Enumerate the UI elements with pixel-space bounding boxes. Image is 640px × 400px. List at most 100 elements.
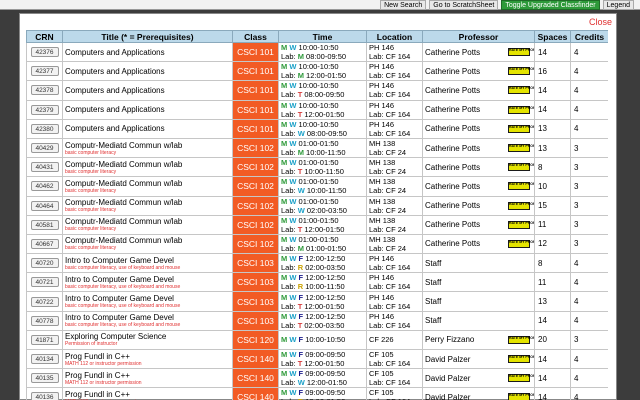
rate-my-professor-icon[interactable]: RATE MY PROFESSOR bbox=[508, 182, 534, 191]
toolbar-button-toggle-upgraded-classfinder[interactable]: Toggle Upgraded Classfinder bbox=[501, 0, 600, 10]
lab-time: 12:00-01:50 bbox=[306, 71, 347, 81]
lab-label: Lab: bbox=[281, 263, 296, 273]
crn-button[interactable]: 42378 bbox=[30, 85, 59, 96]
class-cell: CSCI 101 bbox=[232, 99, 279, 120]
lecture-time: 12:00-12:50 bbox=[305, 292, 346, 302]
table-row: 40720 Intro to Computer Game Devel basic… bbox=[26, 253, 608, 274]
day-letter: W bbox=[289, 234, 297, 244]
course-table-container[interactable]: CRN Title (* = Prerequisites) Class Time… bbox=[26, 30, 608, 400]
rate-my-professor-icon[interactable]: RATE MY PROFESSOR bbox=[508, 163, 534, 172]
rate-my-professor-icon[interactable]: RATE MY PROFESSOR bbox=[508, 393, 534, 400]
location-cell: PH 146 Lab: CF 164 bbox=[366, 80, 423, 101]
lab-label: Lab: bbox=[281, 378, 296, 388]
day-letter: F bbox=[298, 292, 304, 302]
toolbar-button-new-search[interactable]: New Search bbox=[380, 0, 427, 10]
crn-button[interactable]: 40429 bbox=[30, 143, 59, 154]
credits-cell: 3 bbox=[570, 195, 608, 216]
time-lecture: M W 01:00-01:50 bbox=[281, 235, 364, 244]
location-lecture: MH 138 bbox=[369, 139, 396, 149]
title-cell: Computr-Mediatd Commun w/lab basic compu… bbox=[62, 176, 233, 197]
crn-button[interactable]: 40720 bbox=[30, 258, 59, 269]
day-letter: M bbox=[281, 311, 288, 321]
crn-button[interactable]: 42376 bbox=[30, 47, 59, 58]
class-cell: CSCI 102 bbox=[232, 157, 279, 178]
rate-my-professor-icon[interactable]: RATE MY PROFESSOR bbox=[508, 374, 534, 383]
lecture-time: 01:00-01:50 bbox=[298, 234, 339, 244]
professor-cell: Catherine Potts RATE MY PROFESSOR bbox=[422, 99, 535, 120]
crn-button[interactable]: 42380 bbox=[30, 123, 59, 134]
location-lecture: PH 146 bbox=[369, 81, 395, 91]
column-header-professor: Professor bbox=[422, 30, 535, 43]
crn-cell: 40721 bbox=[26, 272, 63, 293]
lab-label: Lab: bbox=[281, 52, 296, 62]
crn-button[interactable]: 42377 bbox=[30, 66, 59, 77]
course-prereq: MATH 112 or instructor permission bbox=[65, 360, 142, 367]
day-letter: M bbox=[281, 254, 288, 264]
table-row: 40134 Prog Fundl in C++ MATH 112 or inst… bbox=[26, 348, 608, 370]
lab-label: Lab: bbox=[281, 282, 296, 292]
crn-button[interactable]: 40667 bbox=[30, 238, 59, 249]
crn-button[interactable]: 40136 bbox=[30, 392, 59, 400]
time-lecture: M W F 12:00-12:50 bbox=[281, 274, 364, 283]
day-letter: W bbox=[289, 62, 297, 72]
credits-cell: 4 bbox=[570, 61, 608, 82]
time-cell: M W 10:00-10:50 Lab: T 12:00-01:50 bbox=[278, 99, 367, 120]
rate-my-professor-icon[interactable]: RATE MY PROFESSOR bbox=[508, 335, 534, 344]
crn-button[interactable]: 40778 bbox=[30, 315, 59, 326]
crn-button[interactable]: 40135 bbox=[30, 373, 59, 384]
crn-button[interactable]: 40134 bbox=[30, 354, 59, 365]
course-table: CRN Title (* = Prerequisites) Class Time… bbox=[26, 30, 608, 400]
professor-name: Catherine Potts bbox=[425, 66, 481, 76]
crn-button[interactable]: 40431 bbox=[30, 162, 59, 173]
crn-button[interactable]: 42379 bbox=[30, 104, 59, 115]
rate-my-professor-icon[interactable]: RATE MY PROFESSOR bbox=[508, 355, 534, 363]
crn-button[interactable]: 40462 bbox=[30, 181, 59, 192]
close-link[interactable]: Close bbox=[589, 17, 612, 27]
time-lecture: M W F 10:00-10:50 bbox=[281, 335, 364, 344]
spaces-cell: 15 bbox=[534, 195, 571, 216]
spaces-cell: 14 bbox=[534, 80, 571, 101]
class-cell: CSCI 101 bbox=[232, 80, 279, 101]
time-cell: M W 10:00-10:50 Lab: T 08:00-09:50 bbox=[278, 80, 367, 101]
day-letter: F bbox=[298, 388, 304, 398]
rate-my-professor-icon[interactable]: RATE MY PROFESSOR bbox=[508, 239, 534, 248]
crn-cell: 42378 bbox=[26, 80, 63, 101]
lecture-time: 01:00-01:50 bbox=[298, 177, 339, 187]
title-cell: Prog Fundl in C++ MATH 112 or instructor… bbox=[62, 368, 233, 389]
column-header-class: Class bbox=[232, 30, 279, 43]
table-row: 42376 Computers and Applications CSCI 10… bbox=[26, 41, 608, 63]
rate-my-professor-icon[interactable]: RATE MY PROFESSOR bbox=[508, 105, 534, 114]
toolbar-button-go-to-scratchsheet[interactable]: Go to ScratchSheet bbox=[429, 0, 499, 10]
crn-button[interactable]: 40464 bbox=[30, 200, 59, 211]
time-lecture: M W 01:00-01:50 bbox=[281, 159, 364, 168]
location-cell: MH 138 Lab: CF 24 bbox=[366, 233, 423, 255]
class-cell: CSCI 101 bbox=[232, 41, 279, 63]
time-lab: Lab: W 02:00-03:50 bbox=[281, 206, 364, 215]
class-cell: CSCI 103 bbox=[232, 272, 279, 293]
location-cell: PH 146 Lab: CF 164 bbox=[366, 272, 423, 293]
location-lab: Lab: CF 164 bbox=[369, 301, 411, 311]
crn-button[interactable]: 41871 bbox=[30, 334, 59, 345]
rate-my-professor-icon[interactable]: RATE MY PROFESSOR bbox=[508, 48, 534, 56]
rate-my-professor-icon[interactable]: RATE MY PROFESSOR bbox=[508, 67, 534, 76]
day-letter: M bbox=[281, 335, 288, 345]
rate-my-professor-icon[interactable]: RATE MY PROFESSOR bbox=[508, 86, 534, 95]
rate-my-professor-icon[interactable]: RATE MY PROFESSOR bbox=[508, 201, 534, 210]
table-row: 42377 Computers and Applications CSCI 10… bbox=[26, 61, 608, 82]
rate-my-professor-icon[interactable]: RATE MY PROFESSOR bbox=[508, 124, 534, 133]
rate-my-professor-icon[interactable]: RATE MY PROFESSOR bbox=[508, 220, 534, 229]
time-cell: M W F 12:00-12:50 Lab: R 02:00-03:50 bbox=[278, 253, 367, 274]
course-title: Exploring Computer Science bbox=[65, 332, 167, 342]
location-lab: Lab: CF 164 bbox=[369, 109, 411, 119]
lab-time: 02:00-03:50 bbox=[305, 263, 346, 273]
crn-button[interactable]: 40721 bbox=[30, 277, 59, 288]
location-lecture: MH 138 bbox=[369, 158, 396, 168]
rate-my-professor-icon[interactable]: RATE MY PROFESSOR bbox=[508, 143, 534, 152]
class-cell: CSCI 140 bbox=[232, 387, 279, 400]
day-letter: T bbox=[297, 224, 303, 234]
crn-button[interactable]: 40722 bbox=[30, 296, 59, 307]
credits-cell: 4 bbox=[570, 348, 608, 370]
time-lecture: M W F 12:00-12:50 bbox=[281, 254, 364, 264]
crn-button[interactable]: 40581 bbox=[30, 219, 59, 230]
toolbar-button-legend[interactable]: Legend bbox=[602, 0, 634, 10]
